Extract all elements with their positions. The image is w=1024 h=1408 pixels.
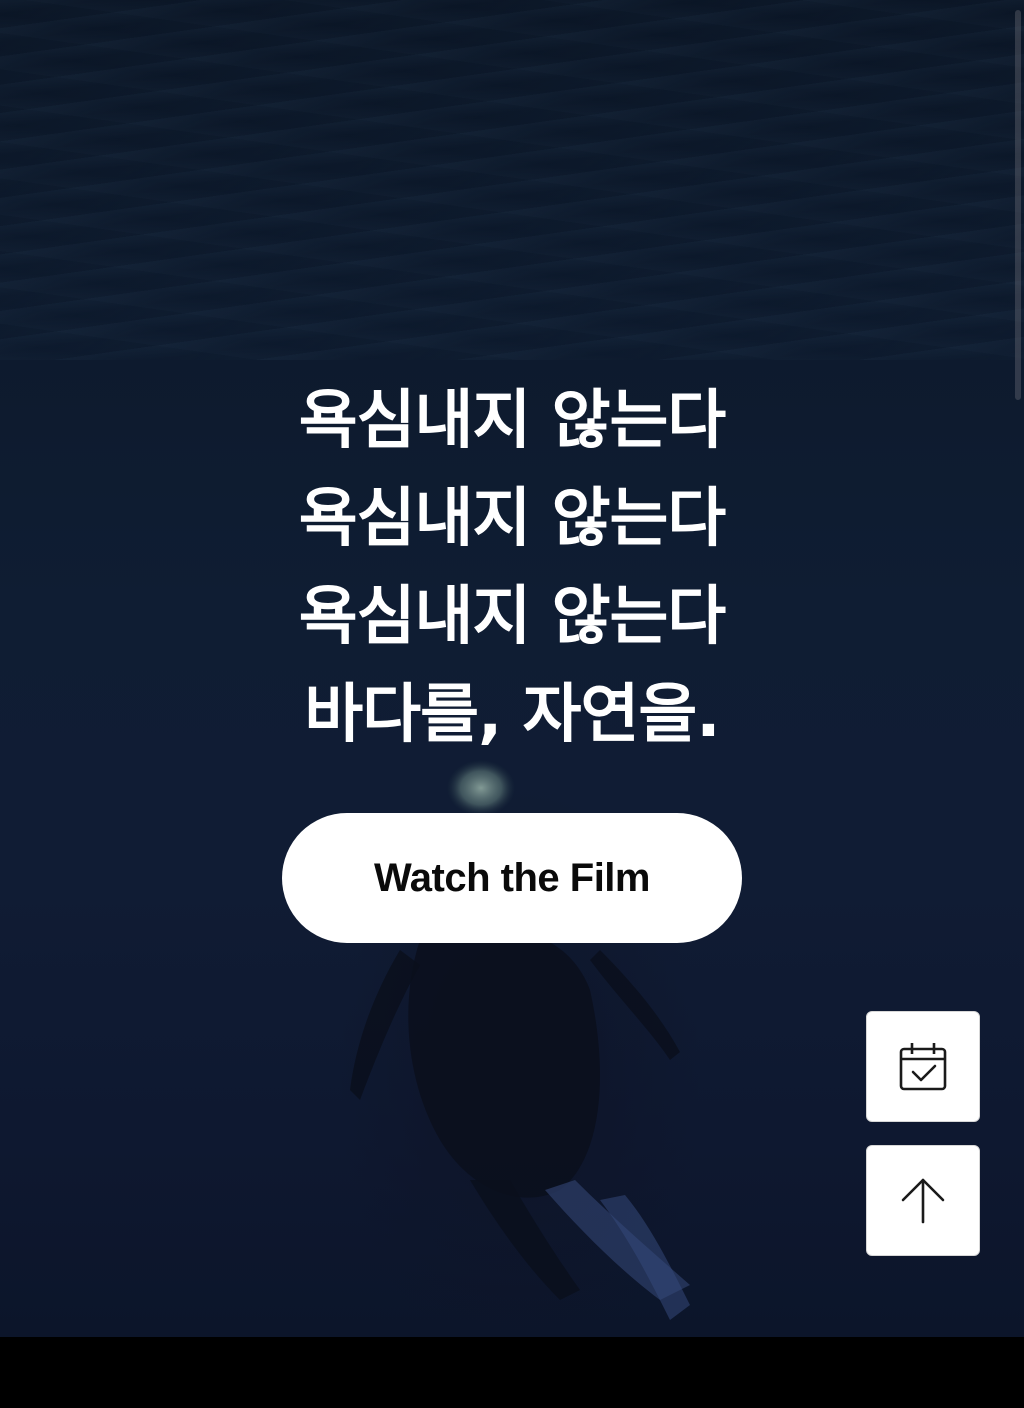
scroll-to-top-button[interactable] <box>866 1145 980 1256</box>
scrollbar-thumb[interactable] <box>1015 10 1021 400</box>
hero-video-background: 욕심내지 않는다 욕심내지 않는다 욕심내지 않는다 바다를, 자연을. Wat… <box>0 0 1024 1337</box>
arrow-up-icon <box>901 1178 945 1223</box>
calendar-button[interactable] <box>866 1011 980 1122</box>
watch-film-button[interactable]: Watch the Film <box>282 813 742 943</box>
bottom-bar <box>0 1337 1024 1408</box>
headline-line-3: 욕심내지 않는다 <box>298 580 726 654</box>
headline-line-2: 욕심내지 않는다 <box>298 482 726 556</box>
headline-line-1: 욕심내지 않는다 <box>298 384 726 458</box>
hero-headline: 욕심내지 않는다 욕심내지 않는다 욕심내지 않는다 바다를, 자연을. <box>0 372 1024 764</box>
headline-line-4: 바다를, 자연을. <box>304 678 720 752</box>
calendar-check-icon <box>899 1042 947 1090</box>
